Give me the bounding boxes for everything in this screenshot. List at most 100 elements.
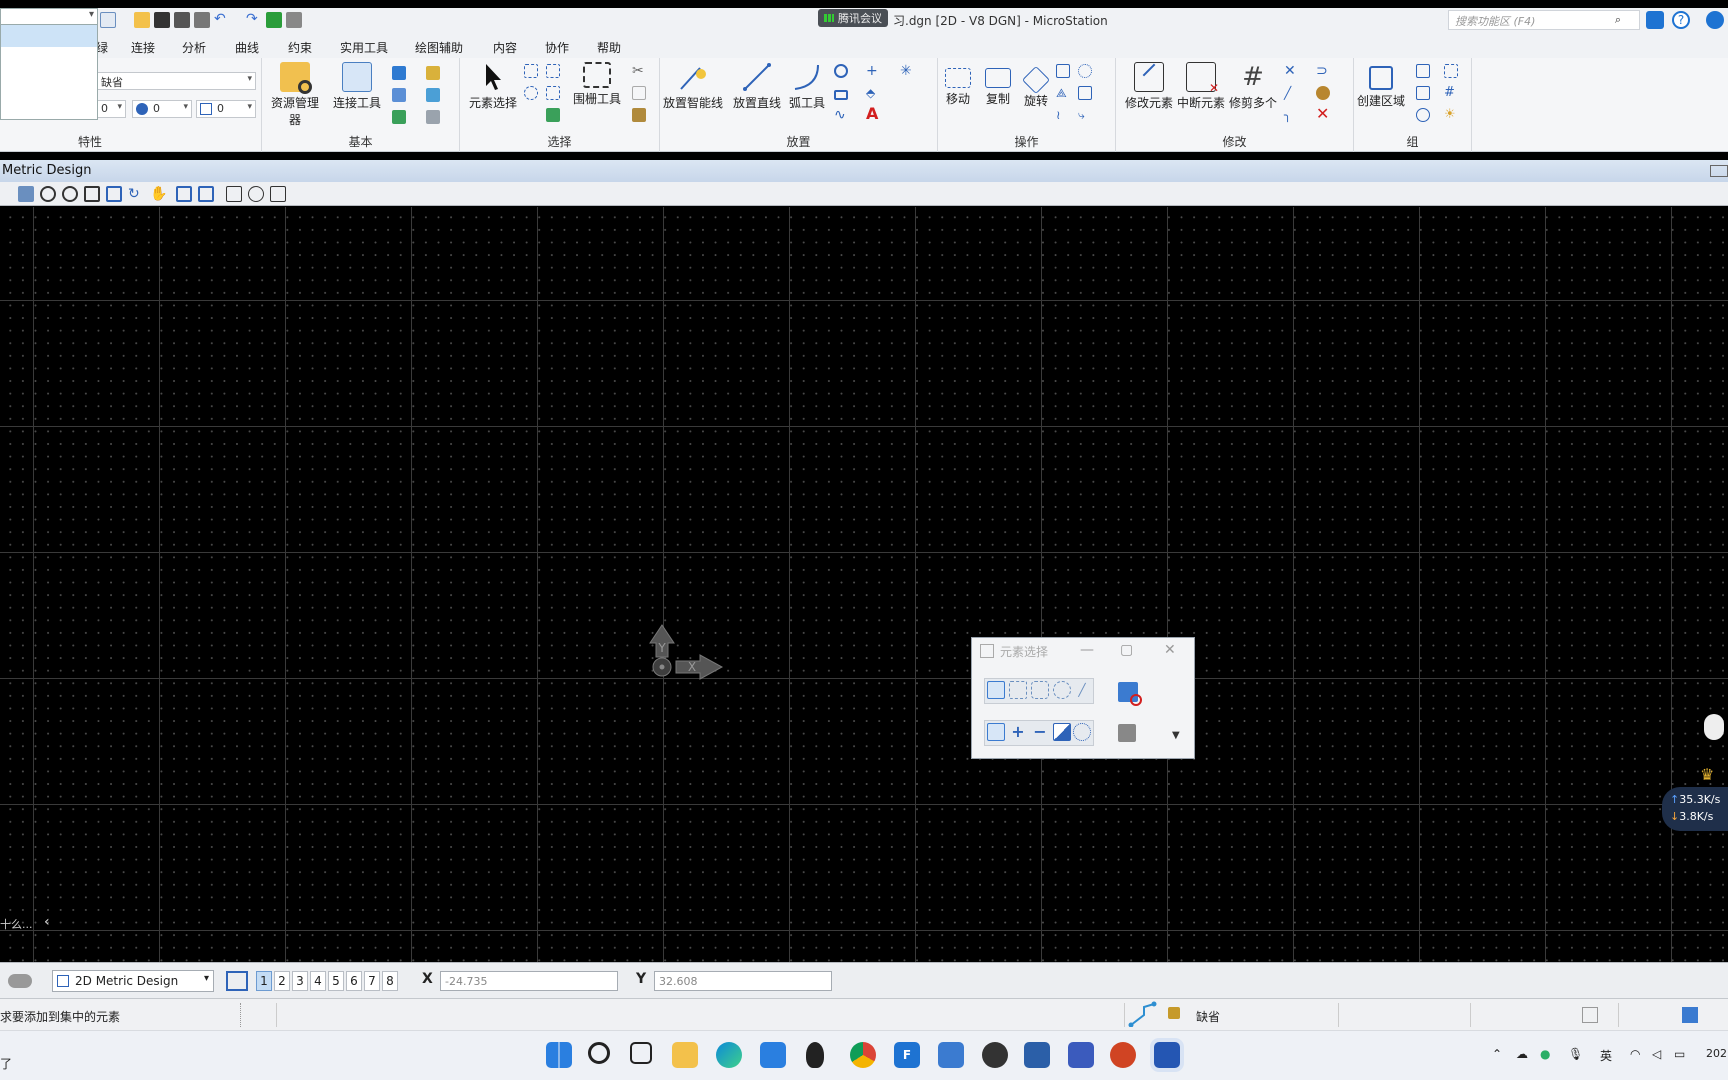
view-8-button[interactable]: 8 [382, 971, 398, 991]
active-level-status[interactable]: 缺省 [1196, 1008, 1220, 1025]
delete-icon[interactable]: ✕ [1316, 106, 1330, 122]
level-display-icon[interactable] [392, 110, 406, 124]
group-select-icon[interactable] [546, 108, 560, 122]
style-combo[interactable]: 0 [196, 100, 256, 118]
workflow-option-highlighted[interactable] [1, 25, 97, 47]
design-canvas[interactable]: Y X [0, 207, 1728, 962]
workflow-select[interactable] [1, 9, 97, 25]
align-icon[interactable] [1078, 86, 1092, 100]
tab-help[interactable]: 帮助 [597, 39, 621, 56]
copy-clipboard-icon[interactable] [632, 86, 646, 100]
properties-icon[interactable] [392, 88, 406, 102]
app-record-icon[interactable] [982, 1042, 1008, 1068]
view-4-button[interactable]: 4 [310, 971, 326, 991]
rotate-button[interactable]: 旋转 [1012, 62, 1060, 109]
view-previous-icon[interactable] [176, 186, 192, 202]
new-mode-icon[interactable] [987, 723, 1005, 741]
create-region-button[interactable]: 创建区域 [1352, 62, 1410, 109]
partial-delete-icon[interactable]: ╮ [1284, 108, 1298, 122]
hatch-icon[interactable]: # [1444, 86, 1458, 100]
break-element-button[interactable]: ✕ 中断元素 [1172, 62, 1230, 111]
level-combo[interactable]: 缺省 [96, 72, 256, 90]
line-method-icon[interactable]: ╱ [1073, 681, 1091, 699]
select-pointer-icon[interactable] [1118, 724, 1136, 742]
curve-icon[interactable]: ∿ [834, 108, 848, 122]
microstation-icon-active[interactable] [1154, 1042, 1180, 1068]
y-coordinate-field[interactable]: 32.608 [654, 971, 832, 991]
trim-multiple-button[interactable]: # 修剪多个 [1224, 62, 1282, 111]
command-strip[interactable]: 十么... ‹ [0, 912, 60, 934]
tab-drawing-aids[interactable]: 绘图辅助 [415, 39, 463, 56]
alienware-icon[interactable] [806, 1042, 824, 1068]
meeting-indicator[interactable]: 腾讯会议 [818, 9, 888, 27]
pattern-icon[interactable]: ✳ [900, 64, 914, 78]
cell-icon[interactable] [1416, 108, 1430, 122]
file-explorer-icon[interactable] [672, 1042, 698, 1068]
view-2-button[interactable]: 2 [274, 971, 290, 991]
tab-content[interactable]: 内容 [493, 39, 517, 56]
store-icon[interactable] [760, 1042, 786, 1068]
battery-icon[interactable]: ▭ [1674, 1047, 1685, 1061]
task-view-icon[interactable] [630, 1042, 652, 1064]
network-speed-widget[interactable]: ↑35.3K/s ↓3.8K/s [1662, 787, 1728, 831]
display-icon[interactable] [426, 88, 440, 102]
view-groups-icon[interactable] [226, 971, 248, 991]
design-history-icon[interactable] [1582, 1007, 1598, 1023]
cut-icon[interactable]: ✂ [632, 64, 646, 78]
help-icon[interactable]: ? [1672, 11, 1690, 29]
ime-indicator[interactable]: 英 [1600, 1047, 1612, 1064]
volume-icon[interactable]: ◁ [1652, 1047, 1661, 1061]
arc-tools-button[interactable]: 弧工具 [784, 62, 830, 111]
start-icon[interactable] [546, 1042, 572, 1068]
layers-icon[interactable] [426, 66, 440, 80]
copy-view-icon[interactable] [226, 186, 242, 202]
select-all-icon[interactable] [524, 64, 538, 78]
table-icon[interactable] [426, 110, 440, 124]
extend-icon[interactable]: ⊃ [1316, 64, 1330, 78]
stretch-icon[interactable]: ≀ [1056, 108, 1070, 122]
select-by-attributes-icon[interactable] [546, 64, 560, 78]
place-smartline-button[interactable]: 放置智能线 [660, 62, 726, 111]
deselect-icon[interactable] [524, 86, 538, 100]
meeting-app-icon[interactable] [1068, 1042, 1094, 1068]
save-icon[interactable] [154, 12, 170, 28]
element-selection-button[interactable]: 元素选择 [464, 62, 522, 111]
tab-analyze[interactable]: 分析 [182, 39, 206, 56]
notification-bell-icon[interactable] [1646, 11, 1664, 29]
tab-constraints[interactable]: 约束 [288, 39, 312, 56]
cloud-tray-icon[interactable]: ☁ [1516, 1047, 1528, 1061]
resource-manager-button[interactable]: 资源管理器 [266, 62, 324, 128]
subtract-mode-icon[interactable]: − [1031, 723, 1049, 741]
close-icon[interactable]: ✕ [1164, 642, 1176, 658]
trim-icon[interactable]: ✕ [1284, 64, 1298, 78]
view-icon[interactable] [100, 12, 116, 28]
model-cloud-icon[interactable] [8, 974, 32, 988]
lock-icon[interactable] [1168, 1007, 1180, 1019]
group-icon[interactable] [1416, 64, 1430, 78]
rectangle-icon[interactable] [834, 90, 848, 100]
paste-icon[interactable] [632, 108, 646, 122]
view-next-icon[interactable] [198, 186, 214, 202]
ribbon-search-input[interactable]: 搜索功能区 (F4) ⌕ [1448, 10, 1640, 30]
pin-icon[interactable] [266, 12, 282, 28]
shape-method-icon[interactable] [1031, 681, 1049, 699]
view-1-button[interactable]: 1 [256, 971, 272, 991]
view-attributes-icon[interactable] [248, 186, 264, 202]
named-group-icon[interactable] [1416, 86, 1430, 100]
fillet-icon[interactable]: ╱ [1284, 86, 1298, 100]
redo-icon[interactable]: ↷ [246, 12, 262, 28]
spin-icon[interactable]: ⤷ [1078, 108, 1092, 122]
tab-connect[interactable]: 连接 [131, 39, 155, 56]
tray-expand-icon[interactable]: ⌃ [1492, 1047, 1502, 1061]
accudraw-icon[interactable] [1128, 1001, 1158, 1028]
circle-method-icon[interactable] [1053, 681, 1071, 699]
app-f-icon[interactable]: F [894, 1042, 920, 1068]
invert-mode-icon[interactable] [1053, 723, 1071, 741]
light-icon[interactable]: ☀ [1444, 108, 1458, 122]
collapse-left-icon[interactable]: ‹ [44, 914, 50, 930]
edge-icon[interactable] [716, 1042, 742, 1068]
fence-tools-button[interactable]: 围栅工具 [568, 62, 626, 107]
update-view-icon[interactable] [18, 186, 34, 202]
wechat-tray-icon[interactable]: ● [1540, 1047, 1550, 1061]
point-icon[interactable]: + [866, 64, 880, 78]
